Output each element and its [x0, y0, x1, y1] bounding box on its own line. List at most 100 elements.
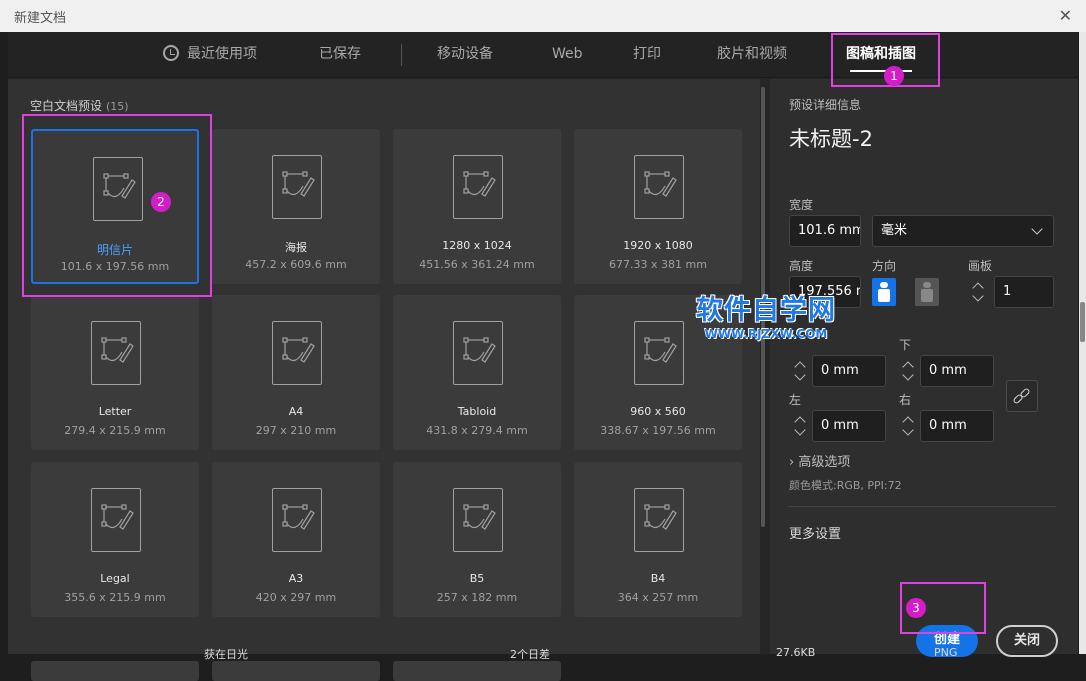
landscape-icon: [923, 282, 931, 288]
document-pen-icon: [634, 321, 684, 385]
document-pen-icon: [453, 488, 503, 552]
height-input[interactable]: 197.556 mm: [789, 276, 861, 308]
preset-name: A3: [212, 572, 380, 585]
width-label: 宽度: [789, 196, 813, 213]
link-bleed-button[interactable]: [1006, 380, 1038, 412]
tab-film-video[interactable]: 胶片和视频: [717, 32, 787, 78]
tab-saved[interactable]: 已保存: [319, 32, 361, 78]
preset-card[interactable]: 1280 x 1024 451.56 x 361.24 mm: [393, 129, 561, 284]
preset-size: 257 x 182 mm: [393, 591, 561, 604]
artboards-input[interactable]: 1: [994, 276, 1054, 308]
preset-card[interactable]: Letter279.4 x 215.9 mm: [31, 295, 199, 450]
tab-mobile[interactable]: 移动设备: [437, 32, 493, 78]
chevron-down-icon: [1031, 223, 1042, 234]
preset-card[interactable]: Tabloid 431.8 x 279.4 mm: [393, 295, 561, 450]
window-title: 新建文档: [14, 7, 66, 26]
more-settings-link[interactable]: 更多设置: [789, 523, 841, 542]
preset-name: A4: [212, 405, 380, 418]
artboards-stepper[interactable]: [970, 276, 988, 308]
bleed-left-stepper[interactable]: [792, 410, 810, 442]
unit-select[interactable]: 毫米: [872, 215, 1054, 247]
close-button[interactable]: 关闭: [996, 625, 1058, 657]
preset-details-panel: 预设详细信息 未标题-2 宽度 101.6 mm 毫米 高度 197.556 m…: [770, 79, 1078, 654]
preset-card-partial[interactable]: [393, 661, 561, 681]
width-input[interactable]: 101.6 mm: [789, 215, 861, 247]
tab-recent[interactable]: 最近使用项: [163, 32, 257, 78]
preset-section-title: 空白文档预设(15): [30, 97, 129, 114]
bleed-bottom-stepper[interactable]: [900, 355, 918, 387]
bleed-top-stepper[interactable]: [792, 355, 810, 387]
document-name-field[interactable]: 未标题-2: [789, 123, 873, 153]
bleed-left-label: 左: [789, 391, 801, 408]
tab-print[interactable]: 打印: [633, 32, 661, 78]
preset-size: 677.33 x 381 mm: [574, 258, 742, 271]
preset-size: 297 x 210 mm: [212, 424, 380, 437]
close-icon[interactable]: ✕: [1059, 6, 1072, 25]
bottom-strip-text: PNG: [934, 646, 957, 659]
preset-card[interactable]: 明信片 101.6 x 197.56 mm: [31, 129, 199, 284]
preset-card[interactable]: 1920 x 1080 677.33 x 381 mm: [574, 129, 742, 284]
bleed-top-input[interactable]: 0 mm: [812, 355, 886, 387]
bleed-right-input[interactable]: 0 mm: [920, 410, 994, 442]
preset-card-partial[interactable]: [212, 661, 380, 681]
preset-card[interactable]: A4 297 x 210 mm: [212, 295, 380, 450]
bleed-left-input[interactable]: 0 mm: [812, 410, 886, 442]
preset-card[interactable]: 海报457.2 x 609.6 mm: [212, 129, 380, 284]
bottom-strip-text: 获在日光: [204, 646, 248, 662]
preset-card[interactable]: Legal 355.6 x 215.9 mm: [31, 462, 199, 617]
scrollbar-thumb[interactable]: [761, 87, 765, 527]
preset-size: 420 x 297 mm: [212, 591, 380, 604]
annotation-badge-1: 1: [884, 66, 904, 86]
preset-card[interactable]: B5 257 x 182 mm: [393, 462, 561, 617]
preset-gallery: 空白文档预设(15) 明信片 101.6 x 197.56 mm 海报457.2 x…: [8, 79, 760, 654]
preset-name: 海报: [212, 239, 380, 255]
portrait-icon: [880, 282, 888, 288]
preset-card[interactable]: A3 420 x 297 mm: [212, 462, 380, 617]
bleed-right-stepper[interactable]: [900, 410, 918, 442]
document-pen-icon: [91, 321, 141, 385]
chevron-right-icon: ›: [789, 455, 794, 470]
divider: [788, 506, 1056, 507]
advanced-options-toggle[interactable]: › 高级选项: [789, 451, 850, 470]
bleed-right-label: 右: [899, 391, 911, 408]
clock-icon: [163, 45, 179, 61]
document-pen-icon: [93, 157, 143, 221]
document-pen-icon: [453, 321, 503, 385]
preset-size: 431.8 x 279.4 mm: [393, 424, 561, 437]
preset-name: B5: [393, 572, 561, 585]
preset-size: 338.67 x 197.56 mm: [574, 424, 742, 437]
bottom-strip-text: 2个日差: [510, 646, 550, 662]
preset-size: 451.56 x 361.24 mm: [393, 258, 561, 271]
preset-name: Tabloid: [393, 405, 561, 418]
document-pen-icon: [272, 155, 322, 219]
preset-name: 明信片: [33, 241, 197, 258]
window-titlebar: 新建文档 ✕: [0, 0, 1086, 32]
landscape-orientation-button[interactable]: [915, 278, 939, 306]
preset-name: 960 x 560: [574, 405, 742, 418]
document-pen-icon: [272, 321, 322, 385]
preset-card-partial[interactable]: [31, 661, 199, 681]
preset-name: B4: [574, 572, 742, 585]
bleed-bottom-label: 下: [899, 336, 911, 353]
artboards-label: 画板: [968, 257, 992, 274]
preset-card[interactable]: B4 364 x 257 mm: [574, 462, 742, 617]
tab-art-illustration[interactable]: 图稿和插图: [846, 32, 916, 78]
tab-divider: [401, 44, 402, 66]
preset-name: Legal: [31, 572, 199, 585]
window-scrollbar-thumb[interactable]: [1080, 302, 1085, 342]
tab-web[interactable]: Web: [552, 32, 583, 78]
preset-name: 1920 x 1080: [574, 239, 742, 252]
gallery-scrollbar[interactable]: [760, 79, 768, 529]
preset-size: 101.6 x 197.56 mm: [33, 260, 197, 273]
portrait-orientation-button[interactable]: [872, 278, 896, 306]
preset-size: 355.6 x 215.9 mm: [31, 591, 199, 604]
bleed-bottom-input[interactable]: 0 mm: [920, 355, 994, 387]
preset-name: 1280 x 1024: [393, 239, 561, 252]
category-tabs: 最近使用项 已保存 移动设备 Web 打印 胶片和视频 图稿和插图: [8, 32, 1078, 78]
preset-size: 364 x 257 mm: [574, 591, 742, 604]
document-pen-icon: [453, 155, 503, 219]
new-document-dialog: 最近使用项 已保存 移动设备 Web 打印 胶片和视频 图稿和插图 空白文档预设…: [8, 32, 1078, 654]
preset-card[interactable]: 960 x 560 338.67 x 197.56 mm: [574, 295, 742, 450]
color-mode-info: 颜色模式:RGB, PPI:72: [789, 477, 902, 493]
window-scrollbar[interactable]: [1079, 32, 1086, 654]
